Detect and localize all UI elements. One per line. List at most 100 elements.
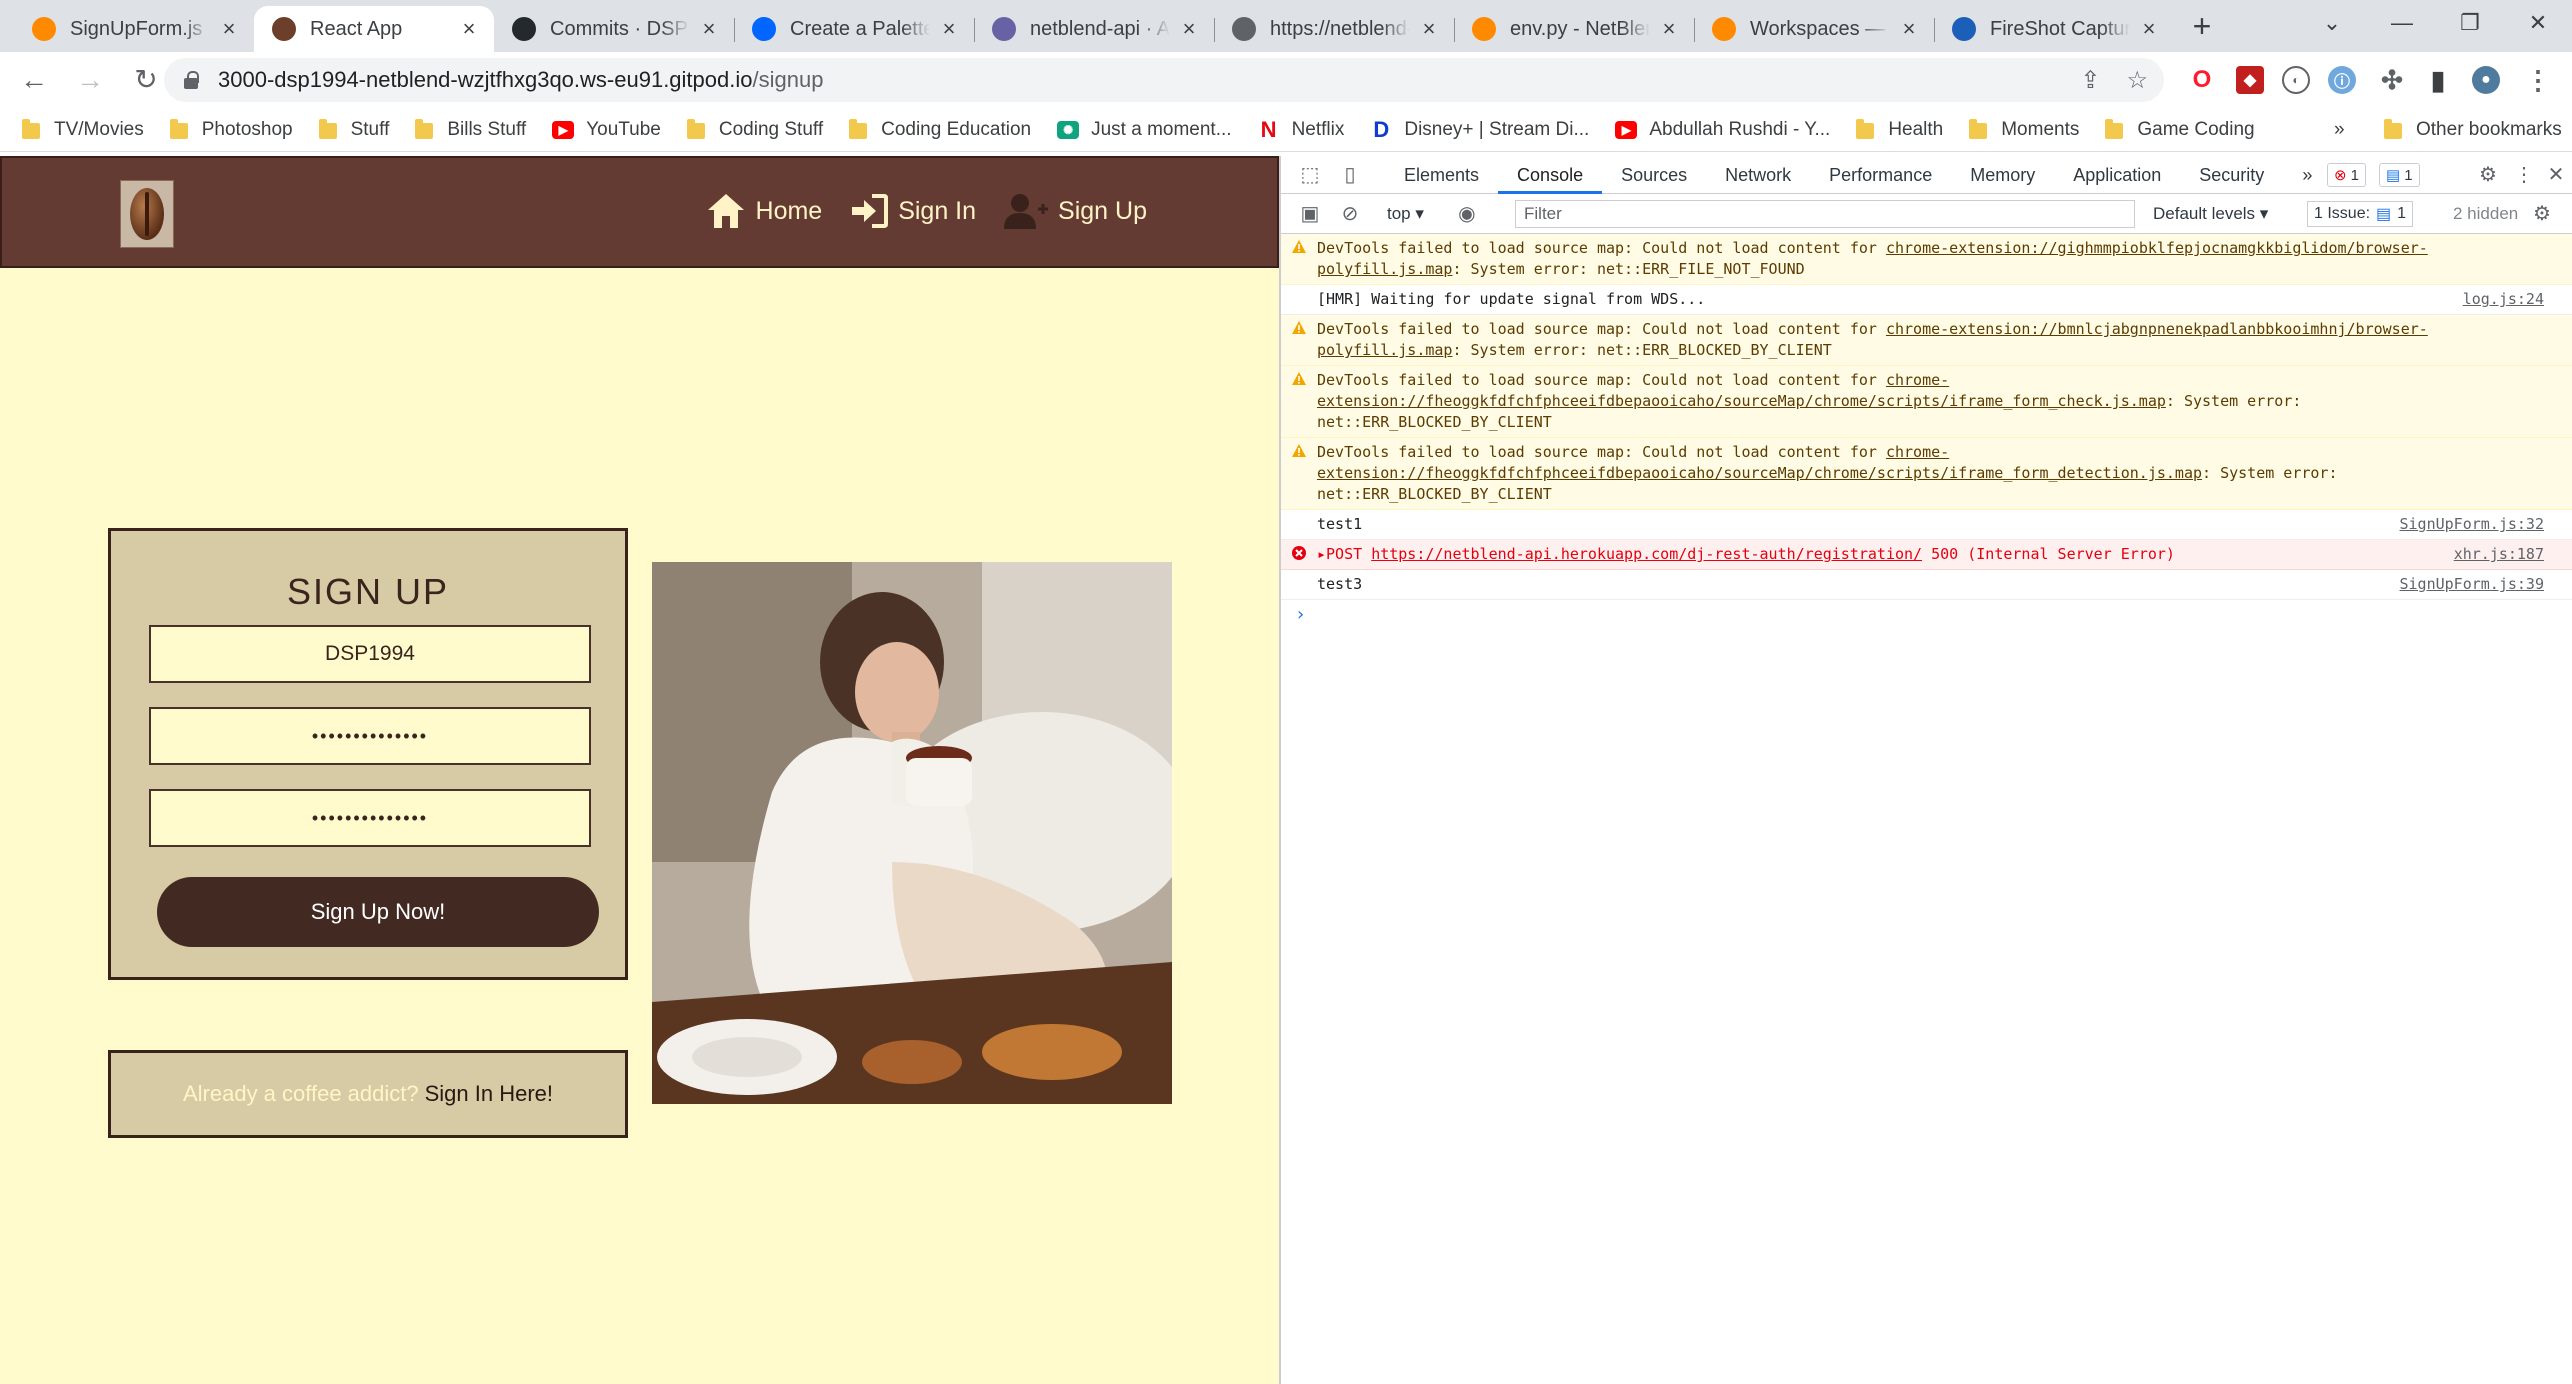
bookmark-disney[interactable]: D Disney+ | Stream Di... (1370, 117, 1589, 142)
opera-extension-icon[interactable]: O (2188, 66, 2216, 94)
tab-close-icon[interactable]: × (218, 18, 240, 40)
show-sidebar-icon[interactable]: ▣ (1299, 203, 1321, 225)
browser-tab[interactable]: env.py - NetBlend × (1454, 6, 1694, 52)
devtools-menu-icon[interactable]: ⋮ (2513, 164, 2535, 186)
coffee-bean-logo[interactable] (120, 180, 174, 248)
message-count-badge[interactable]: ▤ 1 (2379, 163, 2420, 187)
clear-console-icon[interactable]: ⊘ (1339, 203, 1361, 225)
devtools-tab-security[interactable]: Security (2180, 156, 2283, 194)
issues-button[interactable]: 1 Issue: ▤ 1 (2307, 201, 2414, 227)
browser-tab[interactable]: Commits · DSP19 × (494, 6, 734, 52)
tab-close-icon[interactable]: × (698, 18, 720, 40)
dark-reader-icon[interactable]: ◐ (2282, 66, 2310, 94)
browser-tab[interactable]: React App × (254, 6, 494, 52)
bookmark-folder[interactable]: Coding Education (849, 118, 1031, 141)
browser-tab[interactable]: FireShot Capture × (1934, 6, 2174, 52)
console-source-link[interactable]: xhr.js:187 (2454, 544, 2544, 565)
bookmark-folder[interactable]: Coding Stuff (686, 118, 823, 141)
inspect-element-icon[interactable]: ⬚ (1299, 164, 1321, 186)
error-count-badge[interactable]: ⊗ 1 (2327, 163, 2366, 187)
sign-up-submit-button[interactable]: Sign Up Now! (157, 877, 599, 947)
password-field[interactable]: •••••••••••••• (149, 707, 591, 765)
devtools-tab-network[interactable]: Network (1706, 156, 1810, 194)
console-log-row[interactable]: test1 SignUpForm.js:32 (1281, 510, 2572, 540)
nav-sign-in[interactable]: Sign In (850, 194, 976, 228)
minimize-icon[interactable]: — (2372, 0, 2432, 46)
address-bar[interactable]: 3000-dsp1994-netblend-wzjtfhxg3qo.ws-eu9… (164, 58, 2164, 102)
chrome-menu-icon[interactable]: ⋮ (2524, 65, 2552, 95)
share-icon[interactable]: ⇪ (2080, 66, 2100, 95)
bookmark-star-icon[interactable]: ☆ (2126, 66, 2148, 95)
live-expression-eye-icon[interactable]: ◉ (1456, 203, 1478, 225)
new-tab-button[interactable]: + (2182, 6, 2222, 46)
sign-in-here-link[interactable]: Sign In Here! (425, 1081, 553, 1107)
bookmark-netflix[interactable]: N Netflix (1258, 117, 1345, 142)
browser-tab[interactable]: SignUpForm.js - n × (14, 6, 254, 52)
devtools-tab-performance[interactable]: Performance (1810, 156, 1951, 194)
bookmark-openai[interactable]: ✺ Just a moment... (1057, 119, 1232, 141)
tab-close-icon[interactable]: × (458, 18, 480, 40)
tab-close-icon[interactable]: × (2138, 18, 2160, 40)
nav-home[interactable]: Home (706, 192, 822, 230)
log-levels-dropdown[interactable]: Default levels ▾ (2153, 204, 2268, 224)
console-source-link[interactable]: log.js:24 (2463, 289, 2544, 310)
side-panel-icon[interactable]: ▮ (2424, 65, 2452, 95)
devtools-tab-elements[interactable]: Elements (1385, 156, 1498, 194)
console-url-link[interactable]: https://netblend-api.herokuapp.com/dj-re… (1371, 545, 1922, 563)
bookmarks-overflow-icon[interactable]: » (2334, 119, 2345, 141)
back-icon[interactable]: ← (12, 58, 56, 102)
devtools-tab-console[interactable]: Console (1498, 156, 1603, 194)
sync-extension-icon[interactable]: ⓘ (2328, 66, 2356, 94)
tab-close-icon[interactable]: × (1658, 18, 1680, 40)
browser-tab[interactable]: Workspaces — Gi × (1694, 6, 1934, 52)
username-field[interactable]: DSP1994 (149, 625, 591, 683)
console-filter-input[interactable]: Filter (1515, 200, 2135, 228)
console-warning-row[interactable]: DevTools failed to load source map: Coul… (1281, 234, 2572, 285)
tab-close-icon[interactable]: × (938, 18, 960, 40)
red-extension-icon[interactable]: ◆ (2236, 66, 2264, 94)
console-log-row[interactable]: test3 SignUpForm.js:39 (1281, 570, 2572, 600)
console-warning-row[interactable]: DevTools failed to load source map: Coul… (1281, 315, 2572, 366)
devtools-tab-sources[interactable]: Sources (1602, 156, 1706, 194)
devtools-tab-memory[interactable]: Memory (1951, 156, 2054, 194)
console-source-link[interactable]: SignUpForm.js:32 (2400, 514, 2545, 535)
devtools-more-tabs-icon[interactable]: » (2283, 156, 2331, 194)
bookmark-folder[interactable]: Game Coding (2105, 118, 2255, 141)
device-toolbar-icon[interactable]: ▯ (1339, 164, 1361, 186)
tab-close-icon[interactable]: × (1418, 18, 1440, 40)
console-log-row[interactable]: [HMR] Waiting for update signal from WDS… (1281, 285, 2572, 315)
console-settings-icon[interactable]: ⚙ (2531, 203, 2553, 225)
bookmark-folder[interactable]: Photoshop (169, 118, 293, 141)
browser-tab[interactable]: Create a Palette - × (734, 6, 974, 52)
console-error-row[interactable]: ▸POST https://netblend-api.herokuapp.com… (1281, 540, 2572, 570)
devtools-tab-application[interactable]: Application (2054, 156, 2180, 194)
devtools-close-icon[interactable]: ✕ (2545, 164, 2567, 186)
bookmark-folder[interactable]: Bills Stuff (415, 118, 526, 141)
tab-close-icon[interactable]: × (1178, 18, 1200, 40)
tab-search-icon[interactable]: ⌄ (2302, 0, 2362, 46)
tab-close-icon[interactable]: × (1898, 18, 1920, 40)
bookmark-folder[interactable]: TV/Movies (22, 118, 144, 141)
forward-icon[interactable]: → (68, 58, 112, 102)
extensions-puzzle-icon[interactable]: ✣ (2378, 65, 2406, 95)
profile-avatar[interactable]: ● (2472, 66, 2500, 94)
bookmark-youtube[interactable]: ▶ Abdullah Rushdi - Y... (1615, 119, 1830, 141)
console-prompt[interactable]: › (1281, 600, 2572, 625)
window-close-icon[interactable]: ✕ (2508, 0, 2568, 46)
reload-icon[interactable]: ↻ (124, 58, 168, 102)
restore-icon[interactable]: ❐ (2440, 0, 2500, 46)
devtools-settings-icon[interactable]: ⚙ (2477, 164, 2499, 186)
confirm-password-field[interactable]: •••••••••••••• (149, 789, 591, 847)
console-warning-row[interactable]: DevTools failed to load source map: Coul… (1281, 438, 2572, 510)
bookmark-folder[interactable]: Health (1856, 118, 1943, 141)
bookmark-folder[interactable]: Moments (1969, 118, 2079, 141)
browser-tab[interactable]: https://netblend- × (1214, 6, 1454, 52)
console-warning-row[interactable]: DevTools failed to load source map: Coul… (1281, 366, 2572, 438)
bookmark-youtube[interactable]: ▶ YouTube (552, 119, 661, 141)
console-source-link[interactable]: SignUpForm.js:39 (2400, 574, 2545, 595)
context-selector[interactable]: top ▾ (1387, 204, 1424, 224)
browser-tab[interactable]: netblend-api · Act × (974, 6, 1214, 52)
nav-sign-up[interactable]: Sign Up (1004, 193, 1147, 229)
bookmark-folder[interactable]: Stuff (318, 118, 389, 141)
bookmark-other-bookmarks[interactable]: Other bookmarks (2384, 118, 2562, 141)
